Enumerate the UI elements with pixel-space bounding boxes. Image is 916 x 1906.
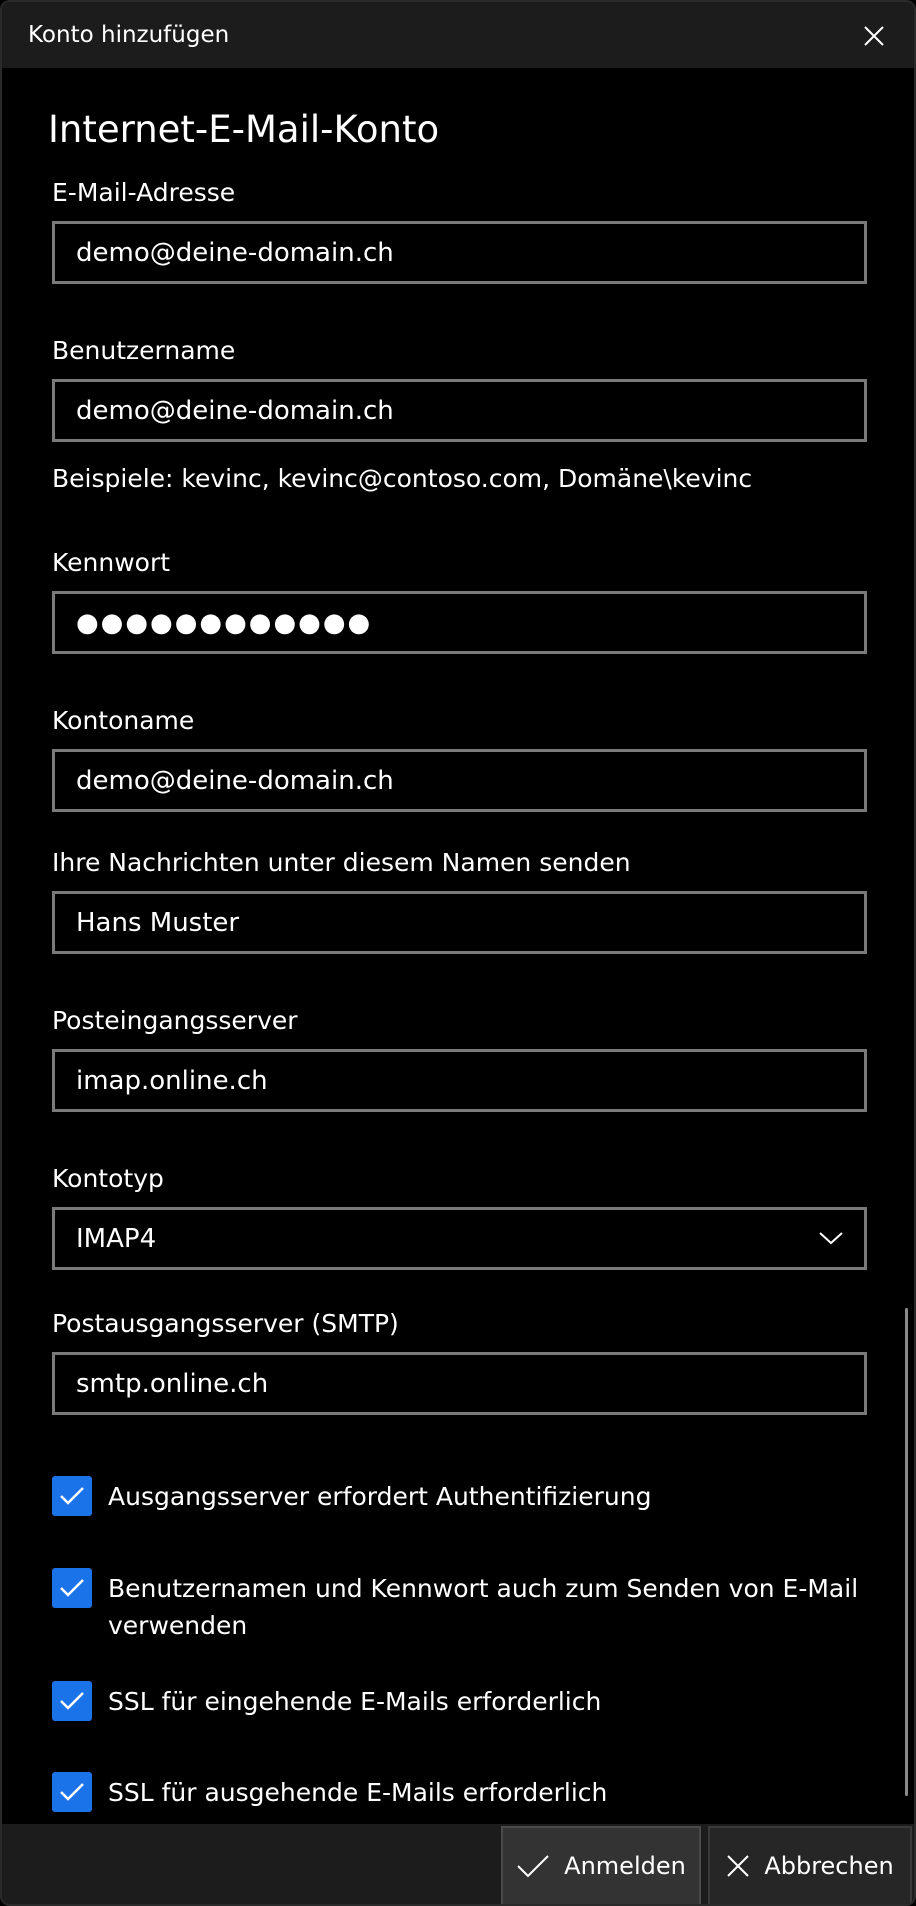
checkbox-label-ssl-incoming: SSL für eingehende E-Mails erforderlich: [108, 1687, 602, 1716]
checkbox-ssl-incoming[interactable]: [52, 1681, 92, 1721]
username-hint: Beispiele: kevinc, kevinc@contoso.com, D…: [52, 464, 753, 493]
password-field[interactable]: ●●●●●●●●●●●●: [52, 591, 867, 654]
title-bar: Konto hinzufügen: [2, 2, 914, 68]
email-field[interactable]: demo@deine-domain.ch: [52, 221, 867, 284]
chevron-down-icon: [819, 1232, 843, 1245]
close-icon: [864, 26, 884, 46]
account-type-label: Kontotyp: [52, 1164, 164, 1193]
scrollbar[interactable]: [905, 1308, 908, 1796]
sender-name-field[interactable]: Hans Muster: [52, 891, 867, 954]
email-label: E-Mail-Adresse: [52, 178, 236, 207]
incoming-server-field[interactable]: imap.online.ch: [52, 1049, 867, 1112]
account-name-field[interactable]: demo@deine-domain.ch: [52, 749, 867, 812]
signin-button[interactable]: Anmelden: [501, 1826, 701, 1904]
checkbox-label-auth: Ausgangsserver erfordert Authentifizieru…: [108, 1482, 652, 1511]
username-field[interactable]: demo@deine-domain.ch: [52, 379, 867, 442]
checkbox-label-ssl-outgoing: SSL für ausgehende E-Mails erforderlich: [108, 1778, 608, 1807]
account-type-value: IMAP4: [76, 1223, 157, 1254]
account-name-label: Kontoname: [52, 706, 195, 735]
cancel-button[interactable]: Abbrechen: [708, 1826, 912, 1904]
account-type-select[interactable]: IMAP4: [52, 1207, 867, 1270]
checkmark-icon: [60, 1692, 84, 1710]
add-account-dialog: Konto hinzufügen Internet-E-Mail-Konto E…: [0, 0, 916, 1906]
checkmark-icon: [60, 1783, 84, 1801]
checkmark-icon: [517, 1855, 549, 1878]
password-label: Kennwort: [52, 548, 171, 577]
sender-name-label: Ihre Nachrichten unter diesem Namen send…: [52, 848, 631, 877]
checkmark-icon: [60, 1579, 84, 1597]
outgoing-server-label: Postausgangsserver (SMTP): [52, 1309, 399, 1338]
checkbox-auth[interactable]: [52, 1476, 92, 1516]
cancel-button-label: Abbrechen: [764, 1852, 894, 1880]
outgoing-server-field[interactable]: smtp.online.ch: [52, 1352, 867, 1415]
checkbox-row-auth[interactable]: Ausgangsserver erfordert Authentifizieru…: [52, 1476, 872, 1518]
checkbox-ssl-outgoing[interactable]: [52, 1772, 92, 1812]
checkbox-row-same-credentials[interactable]: Benutzernamen und Kennwort auch zum Send…: [52, 1568, 872, 1648]
checkbox-row-ssl-incoming[interactable]: SSL für eingehende E-Mails erforderlich: [52, 1681, 872, 1723]
checkbox-label-same-credentials: Benutzernamen und Kennwort auch zum Send…: [108, 1574, 859, 1640]
checkbox-same-credentials[interactable]: [52, 1568, 92, 1608]
close-icon: [727, 1855, 750, 1877]
window-title: Konto hinzufügen: [28, 22, 230, 48]
page-title: Internet-E-Mail-Konto: [48, 108, 440, 151]
checkbox-row-ssl-outgoing[interactable]: SSL für ausgehende E-Mails erforderlich: [52, 1772, 872, 1814]
checkmark-icon: [60, 1487, 84, 1505]
signin-button-label: Anmelden: [564, 1852, 686, 1880]
incoming-server-label: Posteingangsserver: [52, 1006, 298, 1035]
close-button[interactable]: [852, 14, 896, 58]
username-label: Benutzername: [52, 336, 236, 365]
